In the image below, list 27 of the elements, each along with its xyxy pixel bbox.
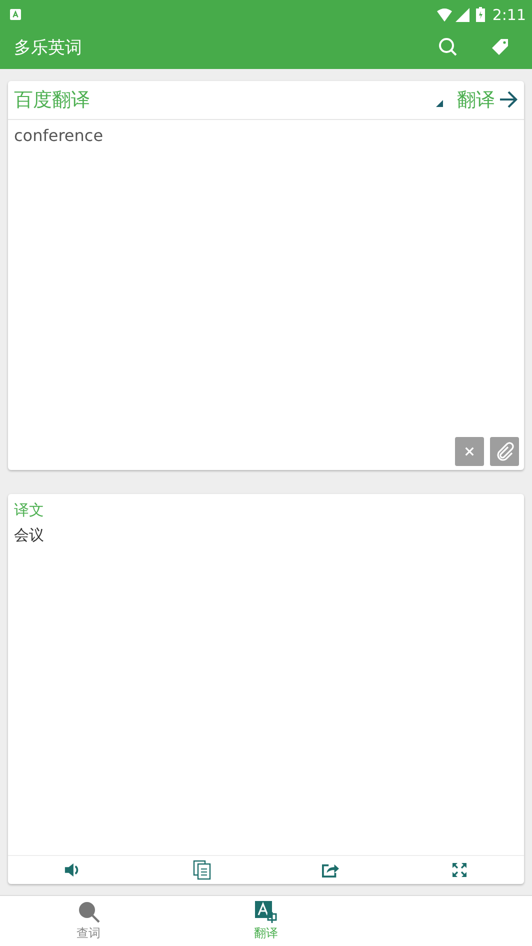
share-icon[interactable]: [322, 862, 339, 878]
tag-icon[interactable]: [490, 37, 510, 58]
signal-icon: [455, 8, 470, 22]
translate-button[interactable]: 翻译: [457, 86, 518, 113]
battery-icon: [476, 7, 486, 22]
fullscreen-icon[interactable]: [451, 862, 468, 878]
app-title: 多乐英词: [14, 36, 82, 59]
speaker-icon[interactable]: [64, 862, 81, 878]
nav-tab[interactable]: 查词: [0, 896, 178, 946]
notification-icon: [10, 9, 21, 20]
close-icon: [464, 446, 475, 458]
output-heading: 译文: [13, 500, 45, 520]
clear-button[interactable]: [455, 437, 484, 466]
paperclip-icon: [494, 442, 514, 462]
wifi-icon: [437, 8, 452, 22]
dropdown-icon[interactable]: [436, 100, 443, 108]
attach-button[interactable]: [490, 437, 519, 466]
nav-tab[interactable]: 翻译: [177, 896, 355, 946]
arrow-icon: [499, 91, 518, 108]
copy-icon[interactable]: [192, 860, 210, 880]
magnifier-icon: [78, 900, 100, 923]
search-icon[interactable]: [438, 37, 458, 58]
output-text: 会议: [13, 525, 45, 546]
engine-label[interactable]: 百度翻译: [14, 86, 90, 113]
translate-icon: [254, 900, 277, 923]
input-text[interactable]: conference: [14, 126, 104, 145]
status-time: 2:11: [492, 6, 526, 24]
